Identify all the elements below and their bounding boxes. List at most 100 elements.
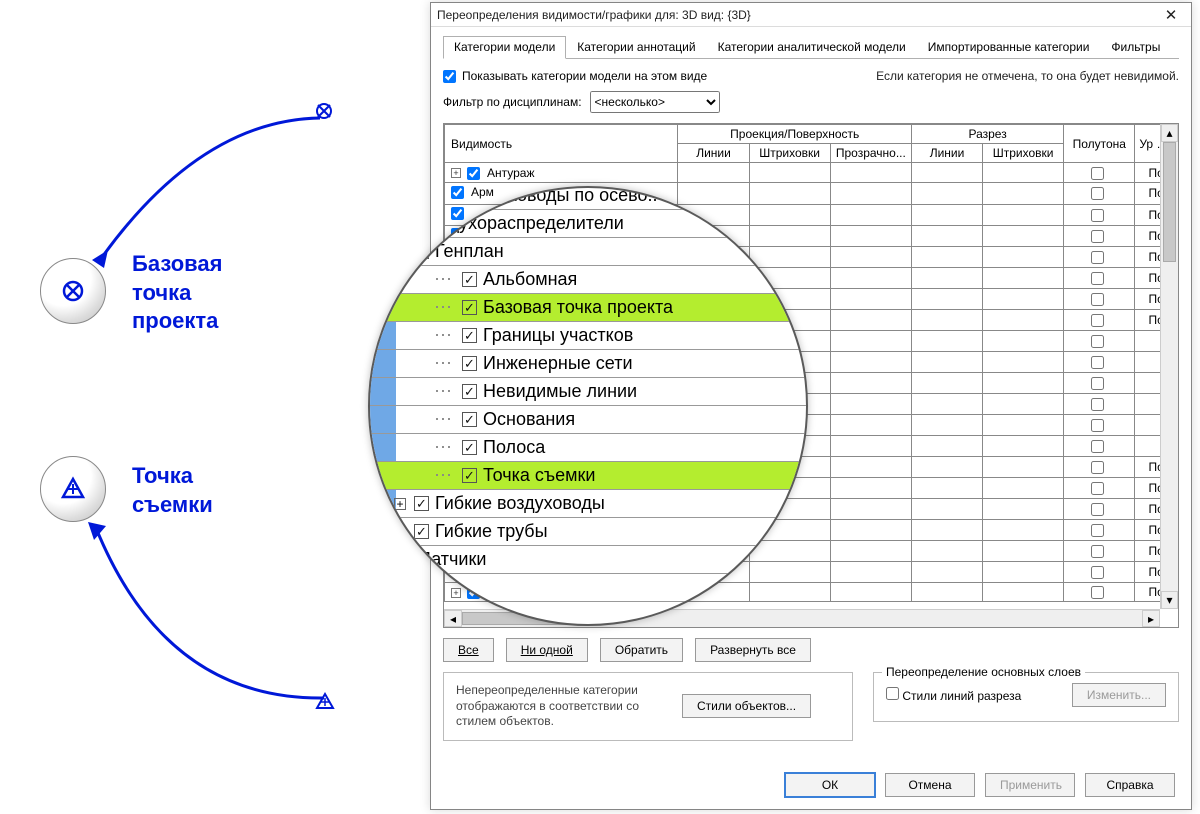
col-halftone[interactable]: Полутона [1064, 125, 1135, 163]
dialog-titlebar[interactable]: Переопределения видимости/графики для: 3… [431, 3, 1191, 27]
project-base-point-label: Базовая точка проекта [132, 250, 222, 336]
magnifier-row[interactable]: + [368, 574, 808, 602]
magnifier-row[interactable]: ⋯Воздуховоды по осево.. [368, 186, 808, 210]
invert-button[interactable]: Обратить [600, 638, 683, 662]
halftone-checkbox[interactable] [1091, 209, 1104, 222]
cancel-button[interactable]: Отмена [885, 773, 975, 797]
magnifier-checkbox[interactable] [398, 552, 413, 567]
magnifier-row[interactable]: ⋯Точка съемки [368, 462, 808, 490]
halftone-checkbox[interactable] [1091, 545, 1104, 558]
magnifier-row[interactable]: Датчики [368, 546, 808, 574]
col-cut-group[interactable]: Разрез [911, 125, 1063, 144]
halftone-checkbox[interactable] [1091, 335, 1104, 348]
show-model-categories-checkbox[interactable] [443, 70, 456, 83]
magnifier-row[interactable]: +Гибкие трубы [368, 518, 808, 546]
project-base-point-marker [40, 258, 106, 324]
scroll-up-arrow[interactable]: ▴ [1161, 124, 1178, 142]
table-row[interactable]: +АнтуражПо [445, 163, 1178, 183]
magnifier-checkbox[interactable] [462, 300, 477, 315]
magnifier-row[interactable]: ⋯Невидимые линии [368, 378, 808, 406]
col-proj-lines[interactable]: Линии [678, 144, 749, 163]
scroll-right-arrow[interactable]: ▸ [1142, 610, 1160, 627]
info-panel: Непереопределенные категории отображаютс… [443, 672, 853, 741]
tab-annotation-categories[interactable]: Категории аннотаций [566, 36, 706, 59]
object-styles-button[interactable]: Стили объектов... [682, 694, 811, 718]
magnifier-row[interactable]: ⋯Полоса [368, 434, 808, 462]
discipline-filter-select[interactable]: <несколько> [590, 91, 720, 113]
halftone-checkbox[interactable] [1091, 566, 1104, 579]
magnifier-checkbox[interactable] [462, 412, 477, 427]
survey-point-label: Точка съемки [132, 462, 213, 519]
help-button[interactable]: Справка [1085, 773, 1175, 797]
survey-point-circle [40, 456, 106, 522]
expand-all-button[interactable]: Развернуть все [695, 638, 811, 662]
col-projection-group[interactable]: Проекция/Поверхность [678, 125, 911, 144]
magnifier-checkbox[interactable] [414, 496, 429, 511]
halftone-checkbox[interactable] [1091, 293, 1104, 306]
magnifier-row[interactable]: Воздухораспределители [368, 210, 808, 238]
magnifier-item-label: Полоса [483, 437, 545, 458]
halftone-checkbox[interactable] [1091, 356, 1104, 369]
col-proj-hatch[interactable]: Штриховки [749, 144, 830, 163]
select-none-button[interactable]: Ни одной [506, 638, 588, 662]
col-visibility[interactable]: Видимость [445, 125, 678, 163]
col-cut-hatch[interactable]: Штриховки [983, 144, 1064, 163]
tab-filters[interactable]: Фильтры [1100, 36, 1171, 59]
col-cut-lines[interactable]: Линии [911, 144, 982, 163]
magnifier-checkbox[interactable] [414, 524, 429, 539]
halftone-checkbox[interactable] [1091, 586, 1104, 599]
magnifier-checkbox[interactable] [414, 580, 429, 595]
magnifier-row[interactable]: ⋯Границы участков [368, 322, 808, 350]
vertical-scroll-thumb[interactable] [1163, 142, 1176, 262]
magnifier-item-label: Основания [483, 409, 575, 430]
halftone-checkbox[interactable] [1091, 272, 1104, 285]
magnifier-item-label: Генплан [435, 241, 504, 262]
col-proj-trans[interactable]: Прозрачно... [830, 144, 911, 163]
vertical-scrollbar[interactable]: ▴ ▾ [1160, 124, 1178, 609]
halftone-checkbox[interactable] [1091, 419, 1104, 432]
cut-line-styles-checkbox[interactable] [886, 687, 899, 700]
magnifier-checkbox[interactable] [398, 216, 413, 231]
magnifier-row[interactable]: ⋯Базовая точка проекта [368, 294, 808, 322]
cut-line-styles-checkbox-label[interactable]: Стили линий разреза [886, 687, 1021, 703]
magnifier-item-label: Воздуховоды по осево.. [459, 186, 658, 206]
scroll-down-arrow[interactable]: ▾ [1161, 591, 1178, 609]
magnifier-row[interactable]: ⋯Основания [368, 406, 808, 434]
tab-analytical-categories[interactable]: Категории аналитической модели [707, 36, 917, 59]
arrow-to-survey-point [76, 520, 346, 710]
magnifier-row[interactable]: -Генплан [368, 238, 808, 266]
tab-model-categories[interactable]: Категории модели [443, 36, 566, 59]
magnifier-checkbox[interactable] [462, 272, 477, 287]
magnifier-checkbox[interactable] [462, 328, 477, 343]
halftone-checkbox[interactable] [1091, 398, 1104, 411]
tab-imported-categories[interactable]: Импортированные категории [917, 36, 1101, 59]
close-button[interactable]: ✕ [1157, 5, 1185, 25]
magnifier-checkbox[interactable] [462, 384, 477, 399]
magnifier-row[interactable]: ⋯Альбомная [368, 266, 808, 294]
halftone-checkbox[interactable] [1091, 314, 1104, 327]
halftone-checkbox[interactable] [1091, 482, 1104, 495]
project-base-point-icon [61, 279, 85, 303]
row-visibility-checkbox[interactable] [467, 167, 480, 180]
halftone-checkbox[interactable] [1091, 440, 1104, 453]
halftone-checkbox[interactable] [1091, 461, 1104, 474]
magnifier-checkbox[interactable] [414, 244, 429, 259]
magnifier-checkbox[interactable] [462, 356, 477, 371]
halftone-checkbox[interactable] [1091, 230, 1104, 243]
magnifier-lens: ⋯Воздуховоды по осево..Воздухораспредели… [368, 186, 808, 626]
scroll-left-arrow[interactable]: ◂ [444, 610, 462, 627]
magnifier-row[interactable]: ⋯Инженерные сети [368, 350, 808, 378]
magnifier-checkbox[interactable] [462, 440, 477, 455]
ok-button[interactable]: ОК [785, 773, 875, 797]
halftone-checkbox[interactable] [1091, 251, 1104, 264]
magnifier-checkbox[interactable] [438, 188, 453, 203]
halftone-checkbox[interactable] [1091, 377, 1104, 390]
select-all-button[interactable]: Все [443, 638, 494, 662]
magnifier-item-label: Датчики [419, 549, 486, 570]
magnifier-checkbox[interactable] [462, 468, 477, 483]
magnifier-row[interactable]: +Гибкие воздуховоды [368, 490, 808, 518]
halftone-checkbox[interactable] [1091, 524, 1104, 537]
halftone-checkbox[interactable] [1091, 503, 1104, 516]
halftone-checkbox[interactable] [1091, 167, 1104, 180]
halftone-checkbox[interactable] [1091, 187, 1104, 200]
